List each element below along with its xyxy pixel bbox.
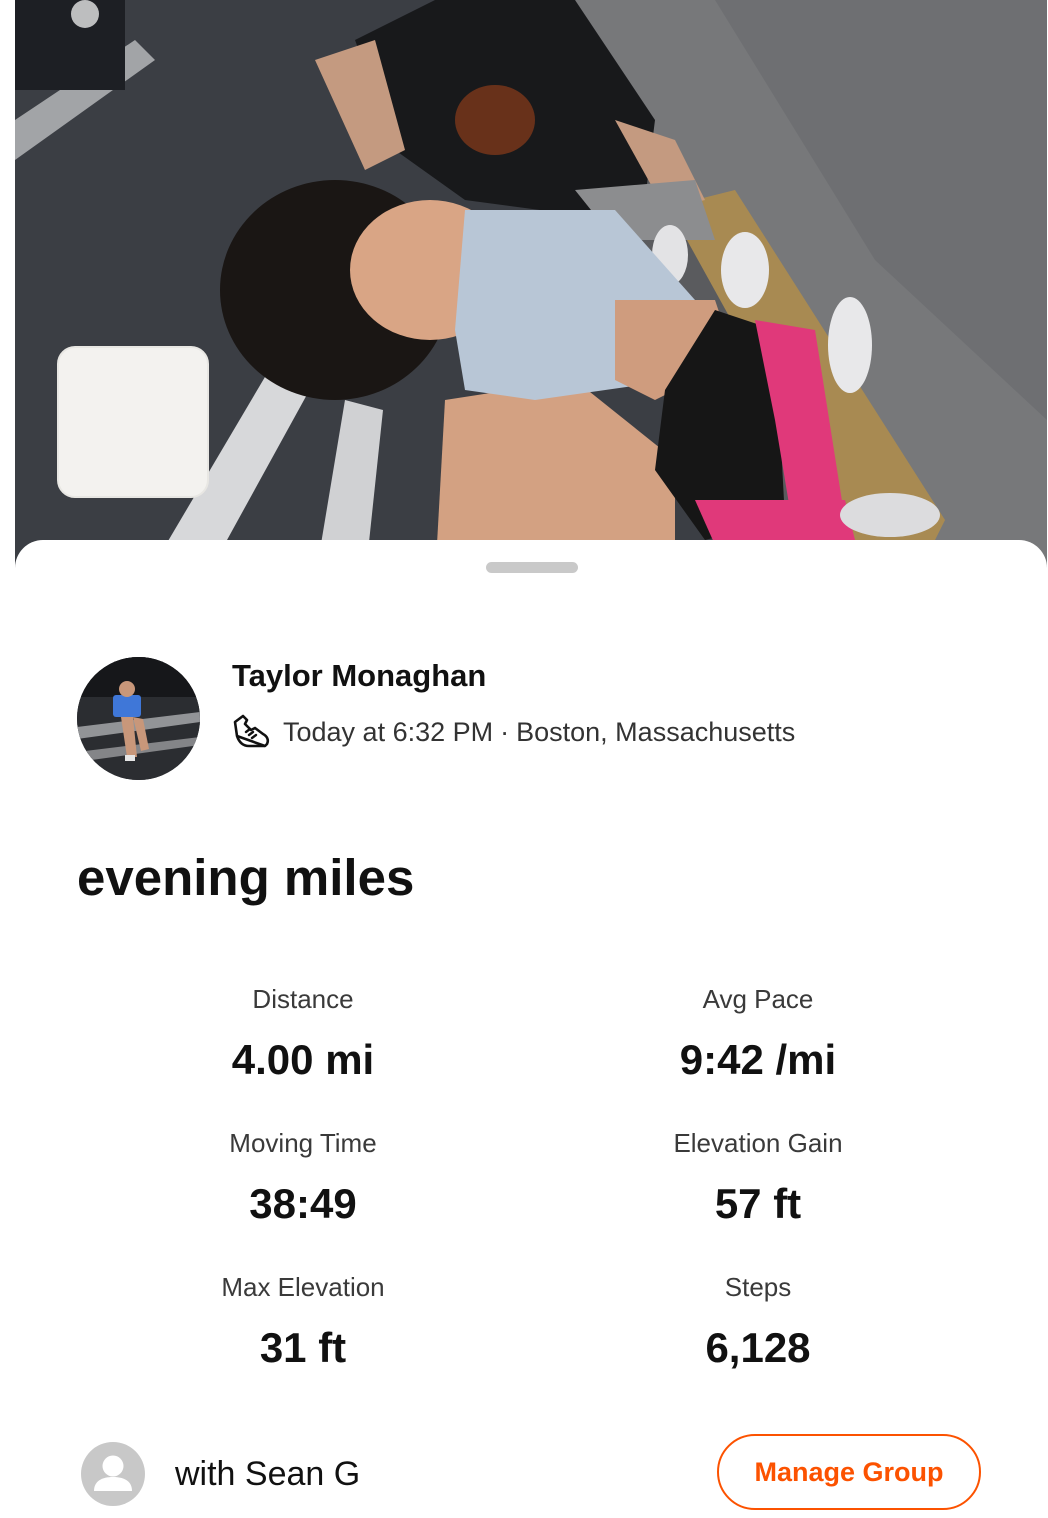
stat-distance: Distance 4.00 mi [103,983,503,1085]
stat-label: Distance [252,984,354,1014]
stat-value: 38:49 [249,1180,357,1227]
stat-label: Elevation Gain [673,1128,843,1158]
running-shoe-icon [233,714,270,748]
stat-value: 4.00 mi [231,1036,375,1083]
activity-meta: Today at 6:32 PM · Boston, Massachusetts [229,710,795,754]
activity-datetime: Today at 6:32 PM [283,716,494,747]
group-members[interactable]: with Sean G [81,1442,360,1506]
athlete-avatar-image [77,657,200,780]
manage-group-button[interactable]: Manage Group [717,1434,981,1510]
group-with-text: with Sean G [175,1454,361,1493]
drag-handle[interactable] [486,562,578,573]
stat-value: 57 ft [714,1180,802,1227]
default-user-avatar-icon [81,1442,145,1506]
stat-label: Max Elevation [221,1272,385,1302]
route-map-thumbnail[interactable] [57,346,209,498]
athlete-avatar[interactable] [77,657,200,780]
activity-title: evening miles [77,849,415,906]
activity-photo[interactable] [15,0,1047,580]
stat-value: 31 ft [259,1324,347,1371]
stat-moving-time: Moving Time 38:49 [103,1127,503,1229]
stat-steps: Steps 6,128 [558,1271,958,1373]
stat-avg-pace: Avg Pace 9:42 /mi [558,983,958,1085]
stat-max-elevation: Max Elevation 31 ft [103,1271,503,1373]
stat-elevation-gain: Elevation Gain 57 ft [558,1127,958,1229]
stat-label: Moving Time [229,1128,377,1158]
athlete-name[interactable]: Taylor Monaghan [232,658,486,694]
stat-label: Steps [724,1272,792,1302]
stat-value: 6,128 [705,1324,811,1371]
stat-label: Avg Pace [702,984,814,1014]
activity-details-sheet: Taylor Monaghan Today at 6:32 PM · Bosto… [15,540,1047,1518]
activity-location: Boston, Massachusetts [516,716,796,747]
stat-value: 9:42 /mi [679,1036,837,1083]
meta-separator: · [500,716,510,747]
